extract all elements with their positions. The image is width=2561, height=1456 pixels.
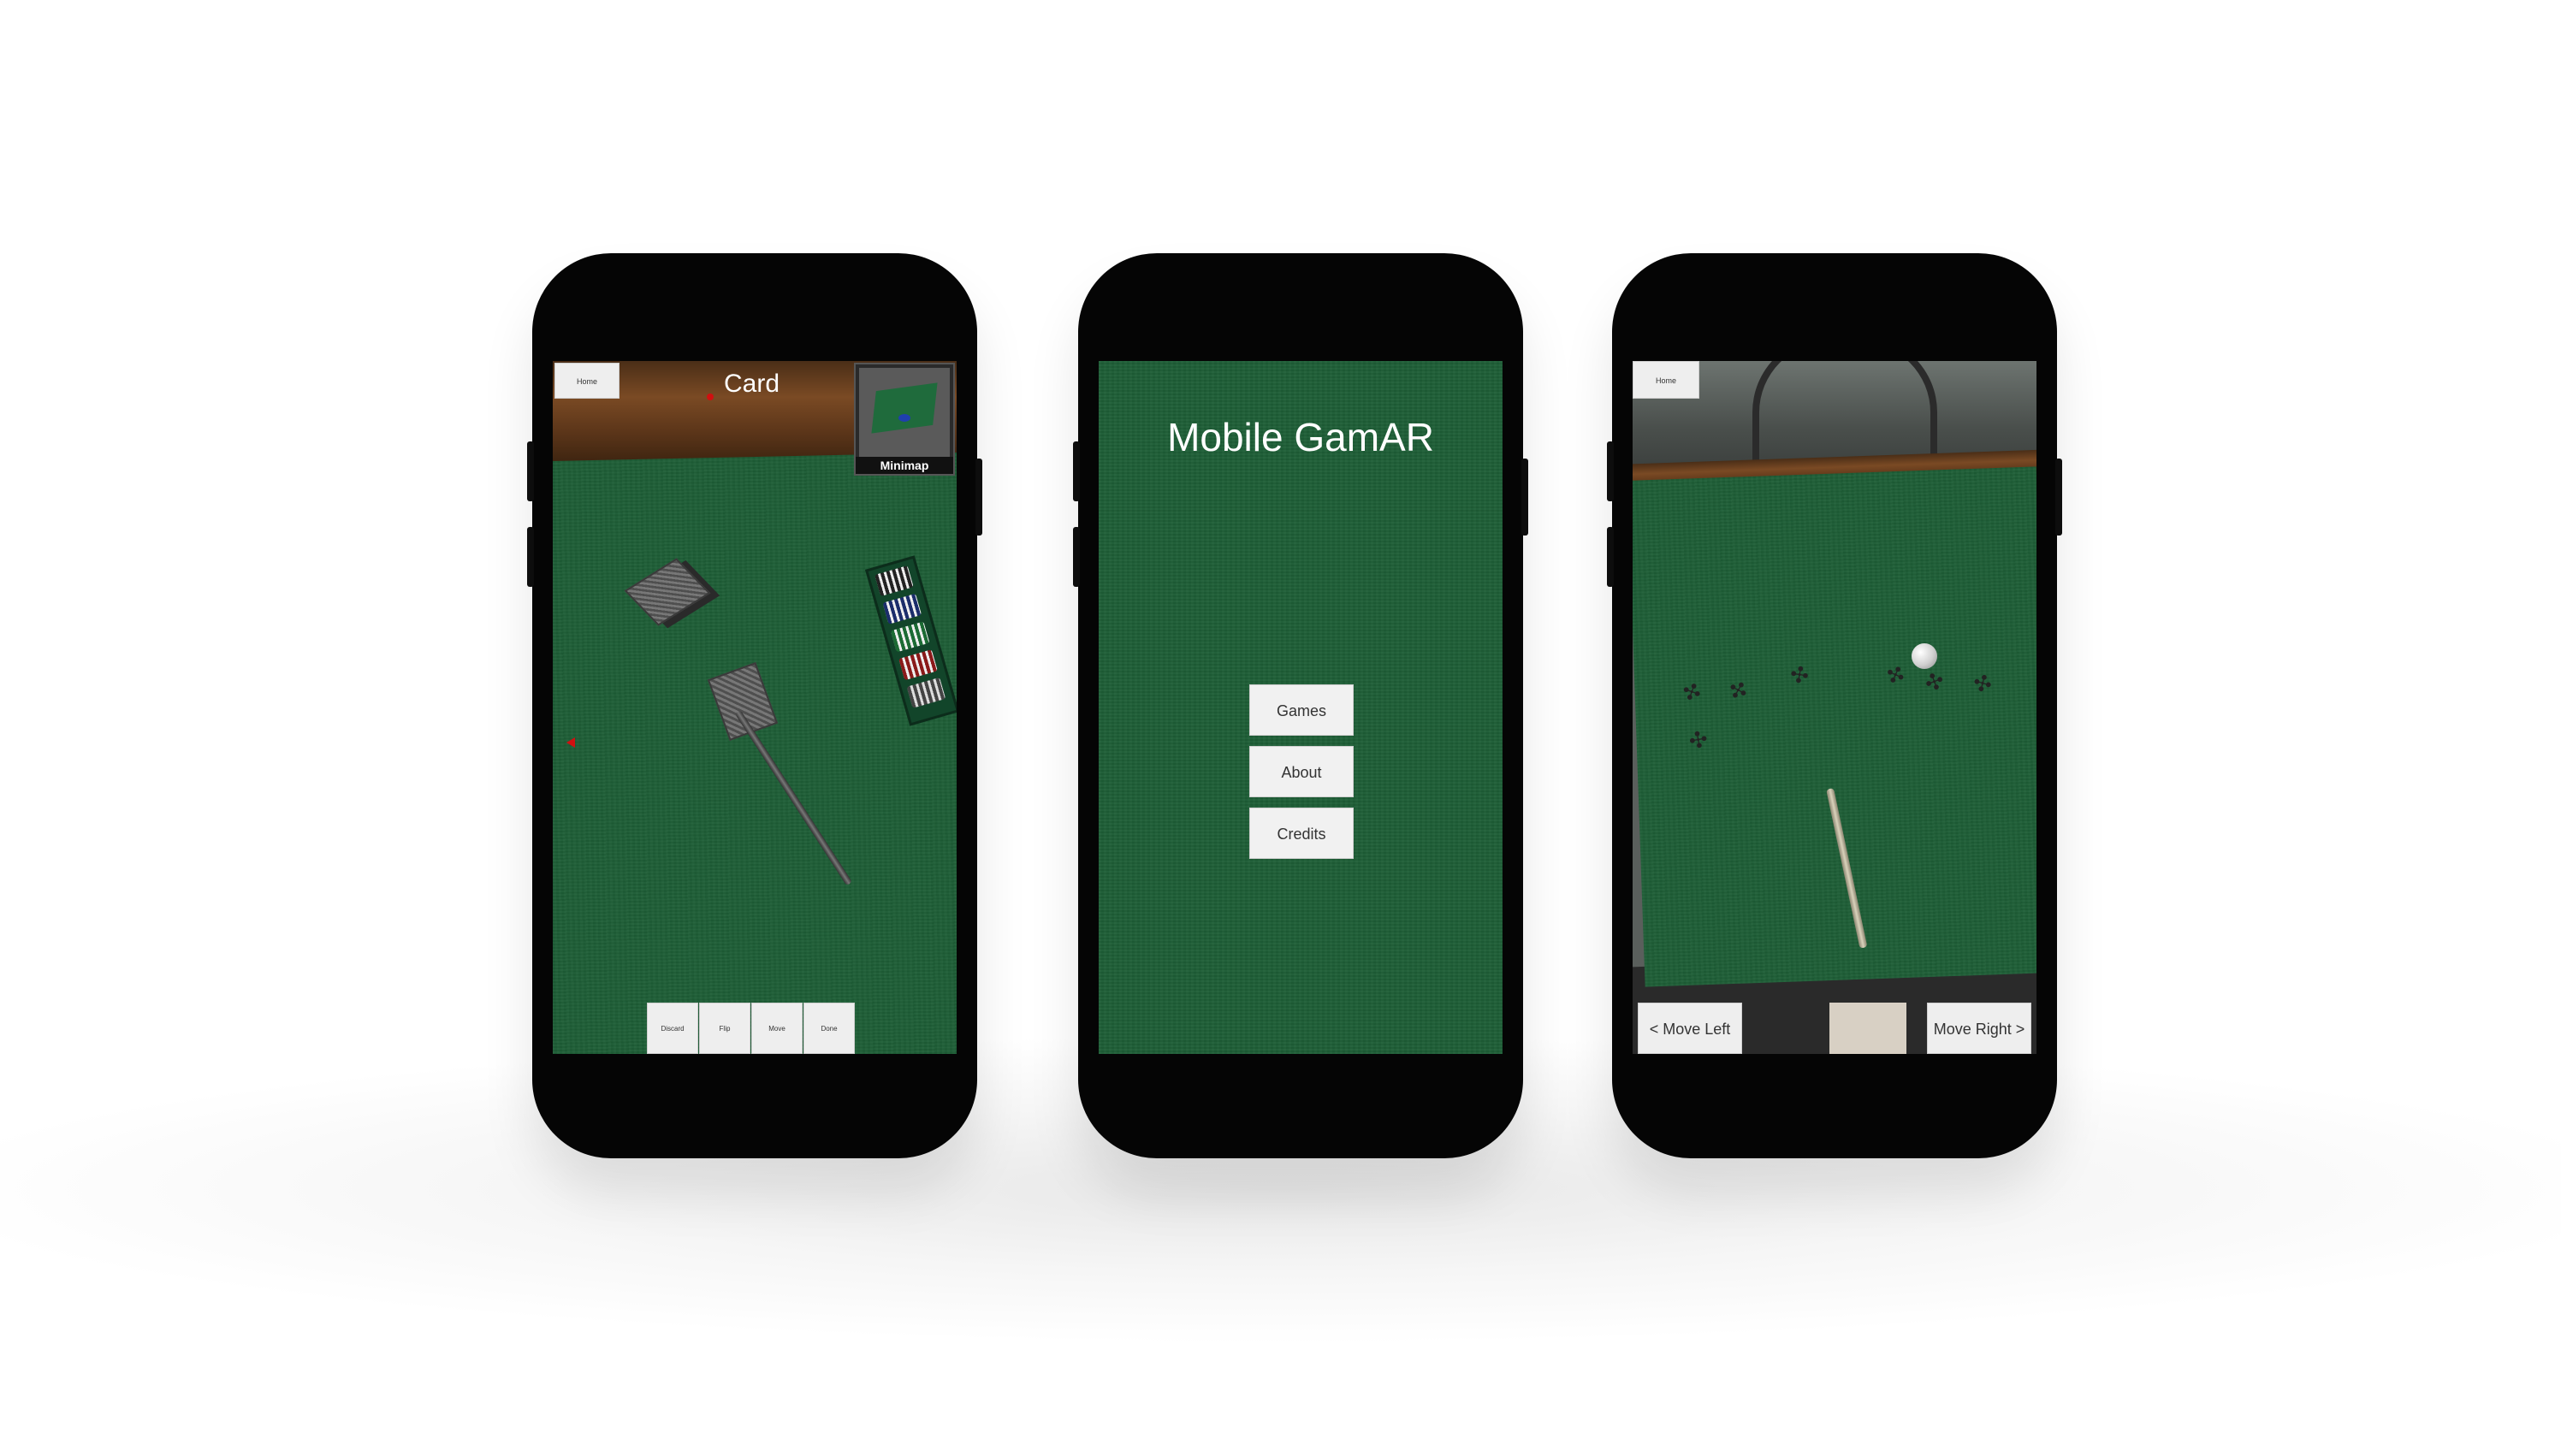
phone-side-button	[975, 459, 982, 536]
home-button[interactable]: Home	[554, 363, 620, 399]
phone-pool-game: Home ✣ ✣ ✣ ✣ ✣ ✣ ✣ < Move Left Move Righ…	[1607, 253, 2062, 1158]
phone-side-button	[1607, 527, 1614, 587]
pool-game-screen: Home ✣ ✣ ✣ ✣ ✣ ✣ ✣ < Move Left Move Righ…	[1633, 361, 2036, 1054]
phone-side-button	[1607, 441, 1614, 501]
marker-red-dot	[707, 394, 714, 400]
card-action-bar: Discard Flip Move Done	[647, 1003, 855, 1054]
done-button[interactable]: Done	[803, 1003, 855, 1054]
minimap-label: Minimap	[856, 457, 953, 474]
credits-button[interactable]: Credits	[1249, 808, 1354, 859]
phone-card-game: Home Card Minimap Discard Flip Move Done	[527, 253, 982, 1158]
flip-button[interactable]: Flip	[699, 1003, 750, 1054]
minimap-view	[859, 368, 950, 457]
chip-stack-black	[874, 565, 914, 597]
main-menu-screen: Mobile GamAR Games About Credits	[1099, 361, 1503, 1054]
phone-side-button	[1073, 527, 1080, 587]
game-title: Card	[724, 370, 780, 398]
phone-side-button	[527, 527, 534, 587]
direction-arrow-icon	[566, 737, 575, 748]
discard-button[interactable]: Discard	[647, 1003, 698, 1054]
card-game-screen: Home Card Minimap Discard Flip Move Done	[553, 361, 957, 1054]
phone-main-menu: Mobile GamAR Games About Credits	[1073, 253, 1528, 1158]
chip-stack-blue	[882, 593, 922, 624]
minimap-panel[interactable]: Minimap	[854, 363, 955, 476]
minimap-ball	[898, 414, 910, 422]
phone-side-button	[2055, 459, 2062, 536]
phone-side-button	[1073, 441, 1080, 501]
background-poster	[1829, 1003, 1906, 1054]
about-button[interactable]: About	[1249, 746, 1354, 797]
cue-ball[interactable]	[1912, 643, 1937, 669]
home-button[interactable]: Home	[1633, 361, 1699, 399]
chip-stack-green	[890, 621, 930, 653]
games-button[interactable]: Games	[1249, 684, 1354, 736]
move-right-button[interactable]: Move Right >	[1927, 1003, 2031, 1054]
card-table-felt	[553, 452, 957, 1054]
move-button[interactable]: Move	[751, 1003, 803, 1054]
move-left-button[interactable]: < Move Left	[1638, 1003, 1742, 1054]
chip-stack-red	[898, 649, 938, 681]
phone-side-button	[527, 441, 534, 501]
minimap-table	[871, 382, 938, 434]
app-title: Mobile GamAR	[1167, 415, 1434, 459]
phone-side-button	[1521, 459, 1528, 536]
chip-stack-white	[906, 677, 946, 708]
pool-table-felt	[1633, 466, 2036, 987]
